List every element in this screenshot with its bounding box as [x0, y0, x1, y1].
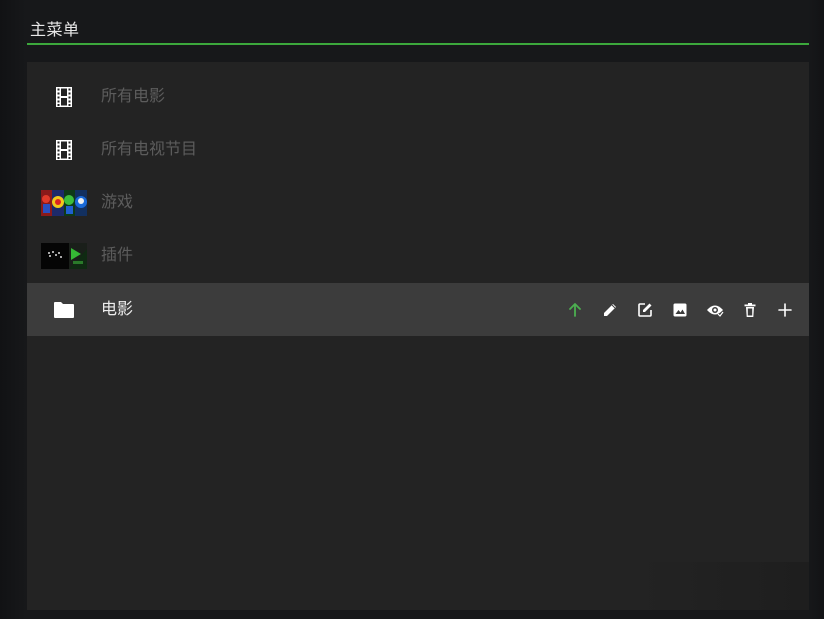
edit-button[interactable] [634, 299, 655, 320]
pencil-icon [603, 303, 616, 316]
film-icon [41, 131, 87, 168]
rename-button[interactable] [599, 299, 620, 320]
page-title: 主菜单 [30, 20, 80, 39]
folder-icon [41, 291, 87, 328]
list-item-label: 所有电视节目 [101, 139, 198, 158]
list-item-selected[interactable]: 电影 [27, 283, 809, 336]
visibility-button[interactable] [704, 299, 725, 320]
arrow-up-icon [568, 302, 581, 317]
image-icon [673, 303, 686, 316]
plus-icon [777, 302, 792, 317]
menu-list-panel: 所有电影 所有电视节目 游戏 插件 电影 [27, 62, 809, 610]
item-action-toolbar [564, 299, 795, 320]
settings-page: 主菜单 所有电影 所有电视节目 游戏 插件 电影 [0, 0, 824, 619]
games-thumbnail [41, 184, 87, 221]
trash-icon [744, 302, 755, 317]
edit-square-icon [637, 302, 652, 317]
add-button[interactable] [774, 299, 795, 320]
list-item[interactable]: 所有电影 [27, 70, 809, 123]
menu-title-bar: 主菜单 [27, 0, 809, 46]
title-underline [27, 43, 809, 45]
change-image-button[interactable] [669, 299, 690, 320]
list-item-label: 插件 [101, 245, 134, 264]
panel-corner-shade [639, 562, 809, 610]
list-item[interactable]: 插件 [27, 229, 809, 282]
list-item-label: 电影 [101, 299, 134, 318]
move-up-button[interactable] [564, 299, 585, 320]
delete-button[interactable] [739, 299, 760, 320]
film-icon [41, 78, 87, 115]
list-item-label: 游戏 [101, 192, 134, 211]
eye-icon [706, 305, 724, 318]
list-item[interactable]: 游戏 [27, 176, 809, 229]
list-item[interactable]: 所有电视节目 [27, 123, 809, 176]
list-item-label: 所有电影 [101, 86, 166, 105]
addons-thumbnail [41, 237, 87, 274]
